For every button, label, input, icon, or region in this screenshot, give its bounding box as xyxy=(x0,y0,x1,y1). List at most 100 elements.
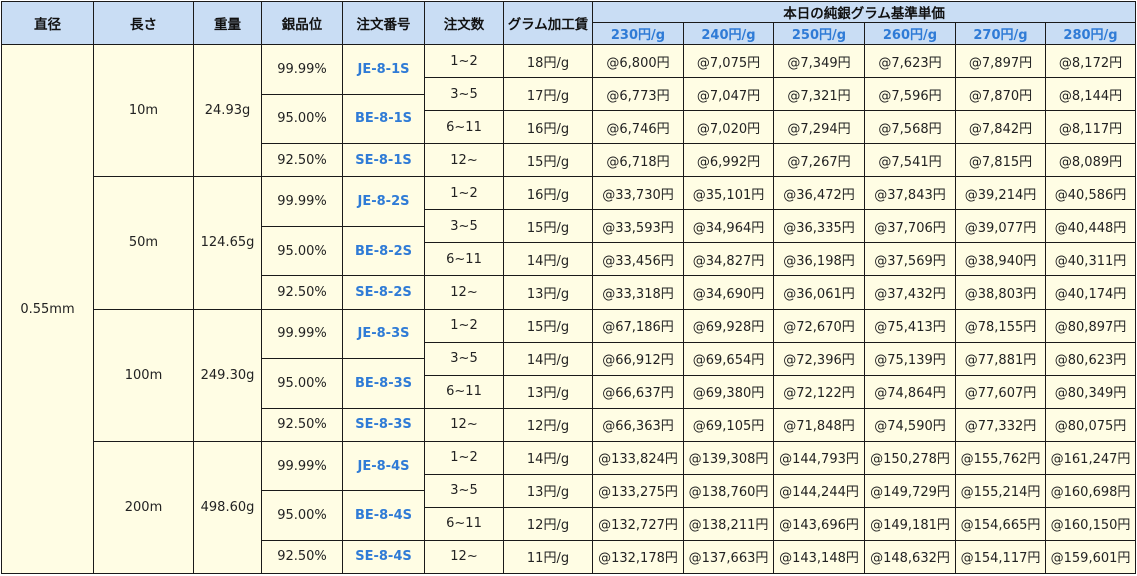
price-cell: @133,824円 xyxy=(592,440,684,475)
price-cell: @6,773円 xyxy=(592,77,684,112)
price-cell: @7,020円 xyxy=(683,110,774,145)
price-cell: @69,654円 xyxy=(683,341,774,376)
header-length: 長さ xyxy=(93,1,194,45)
header-base-price: 270円/g xyxy=(955,22,1046,45)
header-base-price: 240円/g xyxy=(683,22,774,45)
price-cell: @77,881円 xyxy=(955,341,1046,376)
order-number: BE-8-4S xyxy=(342,490,425,541)
price-cell: @37,569円 xyxy=(864,242,956,277)
price-cell: @40,448円 xyxy=(1044,209,1137,244)
price-cell: @66,912円 xyxy=(592,341,684,376)
price-cell: @40,174円 xyxy=(1044,275,1137,310)
price-cell: @7,075円 xyxy=(683,43,774,79)
price-cell: @66,363円 xyxy=(592,407,684,442)
order-number: JE-8-3S xyxy=(342,308,425,360)
price-cell: @36,472円 xyxy=(773,176,865,211)
weight-cell: 124.65g xyxy=(193,176,262,310)
price-cell: @6,992円 xyxy=(683,143,774,178)
purity-cell: 95.00% xyxy=(261,225,343,277)
price-cell: @8,172円 xyxy=(1044,43,1137,79)
weight-cell: 498.60g xyxy=(193,440,262,575)
price-cell: @155,762円 xyxy=(955,440,1046,475)
qty-cell: 12~ xyxy=(424,407,504,442)
purity-cell: 92.50% xyxy=(261,539,343,575)
fee-cell: 18円/g xyxy=(503,43,593,79)
price-cell: @150,278円 xyxy=(864,440,956,475)
qty-cell: 1~2 xyxy=(424,176,504,211)
fee-cell: 15円/g xyxy=(503,209,593,244)
diameter-cell: 0.55mm xyxy=(1,44,94,574)
qty-cell: 3~5 xyxy=(424,209,504,244)
order-number: SE-8-1S xyxy=(342,143,425,178)
price-cell: @77,332円 xyxy=(955,407,1046,442)
price-cell: @36,061円 xyxy=(773,275,865,310)
fee-cell: 17円/g xyxy=(503,77,593,112)
fee-cell: 14円/g xyxy=(503,440,593,475)
price-cell: @34,690円 xyxy=(683,275,774,310)
price-cell: @8,144円 xyxy=(1044,77,1137,112)
price-cell: @77,607円 xyxy=(955,374,1046,409)
header-base-price: 230円/g xyxy=(592,22,684,45)
fee-cell: 15円/g xyxy=(503,308,593,343)
price-cell: @149,181円 xyxy=(864,506,956,541)
price-cell: @139,308円 xyxy=(683,440,774,475)
price-table: 直径 長さ 重量 銀品位 注文番号 注文数 グラム加工賃 本日の純銀グラム基準単… xyxy=(1,1,1137,575)
price-cell: @38,940円 xyxy=(955,242,1046,277)
price-cell: @6,800円 xyxy=(592,43,684,79)
price-cell: @7,349円 xyxy=(773,43,865,79)
order-number: BE-8-1S xyxy=(342,93,425,145)
purity-cell: 95.00% xyxy=(261,358,343,409)
price-cell: @75,413円 xyxy=(864,308,956,343)
purity-cell: 95.00% xyxy=(261,490,343,541)
qty-cell: 12~ xyxy=(424,275,504,310)
header-weight: 重量 xyxy=(193,1,262,45)
length-cell: 10m xyxy=(93,43,194,178)
price-cell: @138,760円 xyxy=(683,473,774,508)
price-cell: @7,568円 xyxy=(864,110,956,145)
header-base-price: 280円/g xyxy=(1044,22,1137,45)
qty-cell: 1~2 xyxy=(424,43,504,79)
qty-cell: 12~ xyxy=(424,143,504,178)
price-cell: @69,105円 xyxy=(683,407,774,442)
price-cell: @155,214円 xyxy=(955,473,1046,508)
price-cell: @7,294円 xyxy=(773,110,865,145)
price-cell: @75,139円 xyxy=(864,341,956,376)
price-cell: @72,670円 xyxy=(773,308,865,343)
price-cell: @7,623円 xyxy=(864,43,956,79)
price-cell: @80,623円 xyxy=(1044,341,1137,376)
price-cell: @160,150円 xyxy=(1044,506,1137,541)
price-cell: @71,848円 xyxy=(773,407,865,442)
price-cell: @7,870円 xyxy=(955,77,1046,112)
header-qty: 注文数 xyxy=(424,1,504,45)
qty-cell: 1~2 xyxy=(424,440,504,475)
price-cell: @40,311円 xyxy=(1044,242,1137,277)
header-base-price-group: 本日の純銀グラム基準単価 xyxy=(591,1,1137,23)
price-cell: @6,746円 xyxy=(592,110,684,145)
price-cell: @33,730円 xyxy=(592,176,684,211)
price-cell: @40,586円 xyxy=(1044,176,1137,211)
header-diameter: 直径 xyxy=(1,1,94,45)
price-cell: @7,596円 xyxy=(864,77,956,112)
purity-cell: 95.00% xyxy=(261,93,343,145)
table-row: 0.55mm 10m 24.93g 99.99% JE-8-1S 1~2 18円/g @6,8… xyxy=(1,43,1137,574)
order-number: BE-8-2S xyxy=(342,225,425,277)
price-cell: @33,593円 xyxy=(592,209,684,244)
purity-cell: 99.99% xyxy=(261,308,343,360)
header-base-price: 260円/g xyxy=(864,22,956,45)
order-number: JE-8-2S xyxy=(342,176,425,227)
price-cell: @6,718円 xyxy=(592,143,684,178)
price-cell: @159,601円 xyxy=(1044,539,1137,575)
price-cell: @8,117円 xyxy=(1044,110,1137,145)
price-cell: @72,396円 xyxy=(773,341,865,376)
price-cell: @161,247円 xyxy=(1044,440,1137,475)
purity-cell: 99.99% xyxy=(261,440,343,492)
price-cell: @160,698円 xyxy=(1044,473,1137,508)
price-cell: @132,178円 xyxy=(592,539,684,575)
price-cell: @67,186円 xyxy=(592,308,684,343)
fee-cell: 14円/g xyxy=(503,341,593,376)
length-cell: 200m xyxy=(93,440,194,575)
header-order-no: 注文番号 xyxy=(342,1,425,45)
qty-cell: 6~11 xyxy=(424,110,504,145)
price-cell: @144,244円 xyxy=(773,473,865,508)
price-cell: @39,077円 xyxy=(955,209,1046,244)
